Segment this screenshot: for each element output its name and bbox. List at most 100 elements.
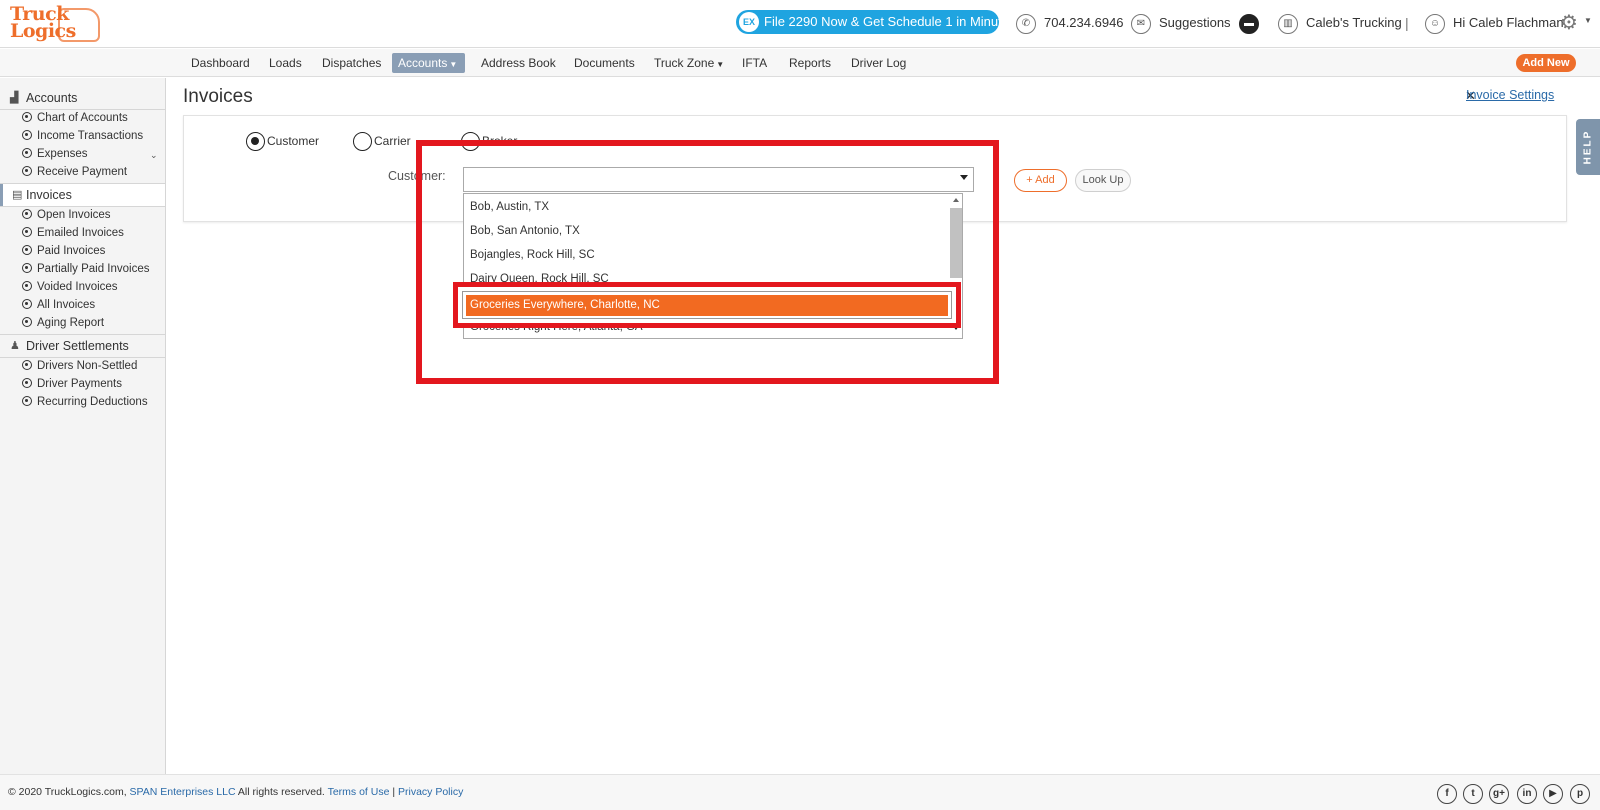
top-header: Truck Logics EX File 2290 Now & Get Sche…: [0, 0, 1600, 48]
span-enterprises-link[interactable]: SPAN Enterprises LLC: [130, 786, 236, 798]
bullet-icon: [22, 281, 32, 291]
bullet-icon: [22, 227, 32, 237]
add-new-button[interactable]: Add New: [1516, 54, 1576, 72]
add-customer-button[interactable]: + Add: [1014, 169, 1067, 192]
phone-contact[interactable]: ✆ 704.234.6946: [1016, 12, 1124, 34]
radio-customer[interactable]: Customer: [246, 131, 320, 152]
dropdown-option-selected[interactable]: Groceries Everywhere, Charlotte, NC: [466, 295, 948, 316]
radio-carrier[interactable]: Carrier: [353, 131, 411, 152]
phone-icon: ✆: [1016, 13, 1036, 34]
sidebar-item-driver-payments[interactable]: Driver Payments: [22, 375, 122, 393]
sidebar-item-all-invoices[interactable]: All Invoices: [22, 296, 95, 314]
rights-text: All rights reserved.: [235, 786, 328, 798]
sidebar-item-expenses[interactable]: Expenses: [22, 145, 88, 163]
lookup-button[interactable]: Look Up: [1075, 169, 1131, 192]
terms-link[interactable]: Terms of Use: [328, 786, 390, 798]
twitter-icon[interactable]: t: [1463, 784, 1483, 804]
nav-ifta[interactable]: IFTA: [736, 53, 773, 73]
sidebar-item-label: Paid Invoices: [37, 245, 106, 257]
chat-icon: ▬: [1239, 13, 1259, 34]
trucklogics-logo[interactable]: Truck Logics: [10, 5, 100, 44]
nav-reports[interactable]: Reports: [783, 53, 837, 73]
sidebar-invoices-header[interactable]: ▤ Invoices: [0, 184, 165, 206]
chevron-down-icon[interactable]: ▼: [1584, 16, 1592, 25]
sidebar-item-paid-invoices[interactable]: Paid Invoices: [22, 242, 105, 260]
nav-dispatches[interactable]: Dispatches: [316, 53, 387, 73]
promo-2290-button[interactable]: EX File 2290 Now & Get Schedule 1 in Min…: [736, 10, 1015, 34]
footer: © 2020 TruckLogics.com, SPAN Enterprises…: [0, 774, 1600, 810]
radio-label: Customer: [267, 134, 320, 148]
sidebar-accounts-header[interactable]: ▟ Accounts: [0, 87, 165, 109]
help-tab[interactable]: HELP: [1576, 119, 1600, 175]
sidebar-invoices-label: Invoices: [26, 188, 72, 202]
linkedin-icon[interactable]: in: [1517, 784, 1537, 804]
bullet-icon: [22, 378, 32, 388]
sidebar-item-label: Expenses: [37, 148, 88, 160]
chart-bars-icon: ▟: [10, 92, 19, 104]
help-tab-label: HELP: [1582, 129, 1594, 165]
sidebar-item-label: Income Transactions: [37, 130, 144, 142]
nav-dashboard[interactable]: Dashboard: [185, 53, 256, 73]
sidebar-item-emailed-invoices[interactable]: Emailed Invoices: [22, 224, 124, 242]
sidebar-item-recurring-deductions[interactable]: Recurring Deductions: [22, 393, 148, 411]
user-menu[interactable]: ☺ Hi Caleb Flachman: [1425, 12, 1564, 34]
bullet-icon: [22, 209, 32, 219]
sidebar-item-label: Emailed Invoices: [37, 227, 124, 239]
google-plus-icon[interactable]: g+: [1489, 784, 1509, 804]
nav-accounts[interactable]: Accounts ▼: [392, 53, 465, 73]
header-divider: |: [1405, 15, 1409, 31]
company-switcher[interactable]: ▥ Caleb's Trucking: [1278, 12, 1402, 34]
chevron-down-icon[interactable]: ⌄: [150, 150, 158, 161]
radio-button-icon: [246, 132, 265, 152]
building-icon: ▥: [1278, 13, 1298, 34]
nav-documents[interactable]: Documents: [568, 53, 641, 73]
sidebar-item-label: Chart of Accounts: [37, 112, 128, 124]
radio-button-icon: [353, 132, 372, 152]
nav-accounts-label: Accounts: [398, 56, 448, 70]
sidebar-item-label: Recurring Deductions: [37, 396, 148, 408]
privacy-link[interactable]: Privacy Policy: [398, 786, 463, 798]
suggestions-link[interactable]: ✉ Suggestions: [1131, 12, 1231, 34]
invoice-doc-icon: ▤: [12, 189, 23, 201]
nav-address-book[interactable]: Address Book: [475, 53, 562, 73]
bullet-icon: [22, 396, 32, 406]
driver-dollar-icon: ♟: [10, 340, 20, 352]
sidebar-item-label: Driver Payments: [37, 378, 122, 390]
sidebar-item-drivers-non-settled[interactable]: Drivers Non-Settled: [22, 357, 137, 375]
bullet-icon: [22, 299, 32, 309]
sidebar-item-label: Open Invoices: [37, 209, 111, 221]
user-greeting: Hi Caleb Flachman: [1453, 15, 1564, 30]
sidebar-item-receive-payment[interactable]: Receive Payment: [22, 163, 127, 181]
sidebar-settlements-header[interactable]: ♟ Driver Settlements: [0, 335, 165, 357]
expresstrucktax-icon: EX: [739, 12, 759, 32]
truck-outline-icon: [58, 8, 100, 42]
user-icon: ☺: [1425, 13, 1445, 34]
pinterest-icon[interactable]: p: [1570, 784, 1590, 804]
invoice-settings-link[interactable]: Invoice Settings: [1466, 86, 1554, 104]
copyright-text: © 2020 TruckLogics.com,: [8, 786, 130, 798]
nav-driver-log[interactable]: Driver Log: [845, 53, 912, 73]
sidebar-item-aging-report[interactable]: Aging Report: [22, 314, 104, 332]
bullet-icon: [22, 263, 32, 273]
facebook-icon[interactable]: f: [1437, 784, 1457, 804]
sidebar-item-label: Drivers Non-Settled: [37, 360, 138, 372]
sidebar-settlements-label: Driver Settlements: [26, 339, 129, 353]
footer-copyright: © 2020 TruckLogics.com, SPAN Enterprises…: [8, 786, 463, 798]
sidebar-item-voided-invoices[interactable]: Voided Invoices: [22, 278, 118, 296]
phone-number: 704.234.6946: [1044, 15, 1124, 30]
gear-icon[interactable]: ⚙: [1560, 12, 1578, 34]
sidebar-item-income-transactions[interactable]: Income Transactions: [22, 127, 143, 145]
sidebar-item-chart-of-accounts[interactable]: Chart of Accounts: [22, 109, 128, 127]
chat-button[interactable]: ▬: [1239, 12, 1267, 34]
sidebar-item-partially-paid-invoices[interactable]: Partially Paid Invoices: [22, 260, 150, 278]
sidebar-item-label: Partially Paid Invoices: [37, 263, 150, 275]
caret-down-icon: ▼: [449, 60, 458, 69]
caret-down-icon: ▼: [716, 60, 725, 69]
youtube-icon[interactable]: ▶: [1543, 784, 1563, 804]
sidebar-item-label: Voided Invoices: [37, 281, 118, 293]
nav-loads[interactable]: Loads: [263, 53, 308, 73]
sidebar-item-open-invoices[interactable]: Open Invoices: [22, 206, 111, 224]
nav-truck-zone[interactable]: Truck Zone ▼: [648, 53, 730, 73]
sidebar-accounts-label: Accounts: [26, 91, 78, 105]
promo-text: File 2290 Now & Get Schedule 1 in Minute…: [764, 14, 1016, 29]
